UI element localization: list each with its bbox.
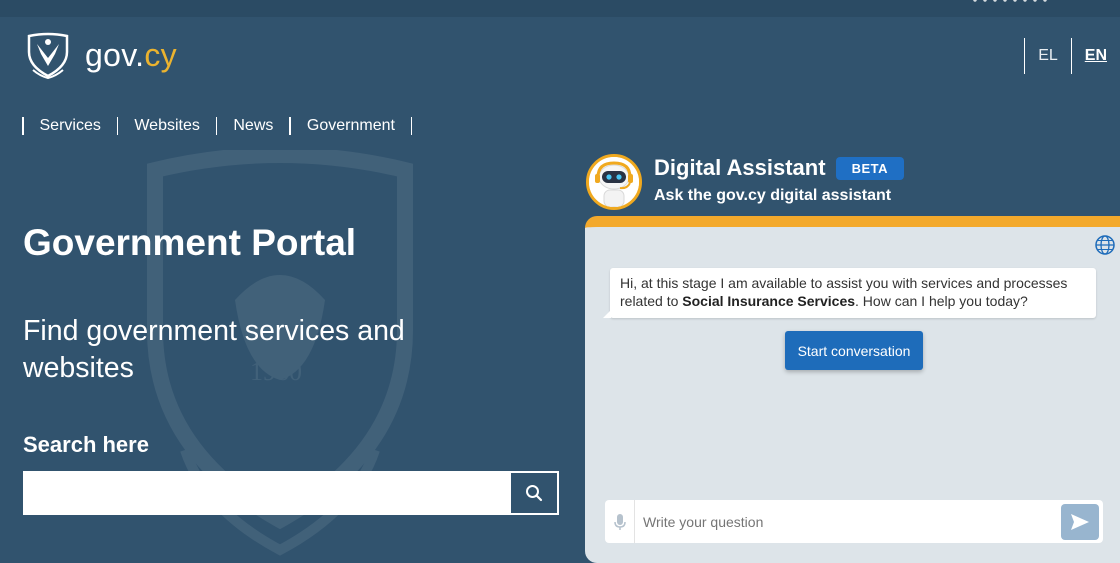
coat-of-arms-icon xyxy=(27,32,69,80)
brand-name: gov.cy xyxy=(85,36,177,73)
send-icon xyxy=(1071,513,1089,530)
chat-input-bar xyxy=(605,500,1103,543)
assistant-header: Digital Assistant BETA Ask the gov.cy di… xyxy=(586,154,904,210)
top-strip xyxy=(0,0,1120,17)
search-form xyxy=(23,471,559,515)
microphone-button[interactable] xyxy=(605,500,635,543)
assistant-message: Hi, at this stage I am available to assi… xyxy=(603,268,1096,318)
page-title: Government Portal xyxy=(23,222,357,263)
nav-websites[interactable]: Websites xyxy=(118,117,216,135)
microphone-icon xyxy=(613,513,626,530)
top-decoration xyxy=(970,0,1050,4)
page-subtitle: Find government services and websites xyxy=(23,315,405,384)
language-switcher: EL EN xyxy=(1024,38,1120,74)
send-button[interactable] xyxy=(1061,503,1099,540)
assistant-subtitle: Ask the gov.cy digital assistant xyxy=(654,187,892,204)
globe-icon[interactable] xyxy=(1094,234,1116,256)
main-nav: Services Websites News Government xyxy=(22,117,413,135)
lang-en[interactable]: EN xyxy=(1072,47,1120,65)
search-input[interactable] xyxy=(25,473,511,513)
site-logo[interactable]: gov.cy xyxy=(25,30,177,80)
search-label: Search here xyxy=(23,432,149,457)
beta-badge: BETA xyxy=(835,156,904,180)
chat-panel: Hi, at this stage I am available to assi… xyxy=(585,216,1120,563)
search-button[interactable] xyxy=(511,473,557,513)
chat-question-input[interactable] xyxy=(635,513,1061,530)
start-conversation-button[interactable]: Start conversation xyxy=(785,331,923,370)
robot-avatar-icon xyxy=(586,154,642,210)
nav-news[interactable]: News xyxy=(217,117,289,135)
assistant-title: Digital Assistant xyxy=(654,155,826,180)
search-icon xyxy=(526,485,543,502)
nav-services[interactable]: Services xyxy=(24,117,117,135)
lang-el[interactable]: EL xyxy=(1025,47,1071,65)
nav-government[interactable]: Government xyxy=(291,117,411,135)
